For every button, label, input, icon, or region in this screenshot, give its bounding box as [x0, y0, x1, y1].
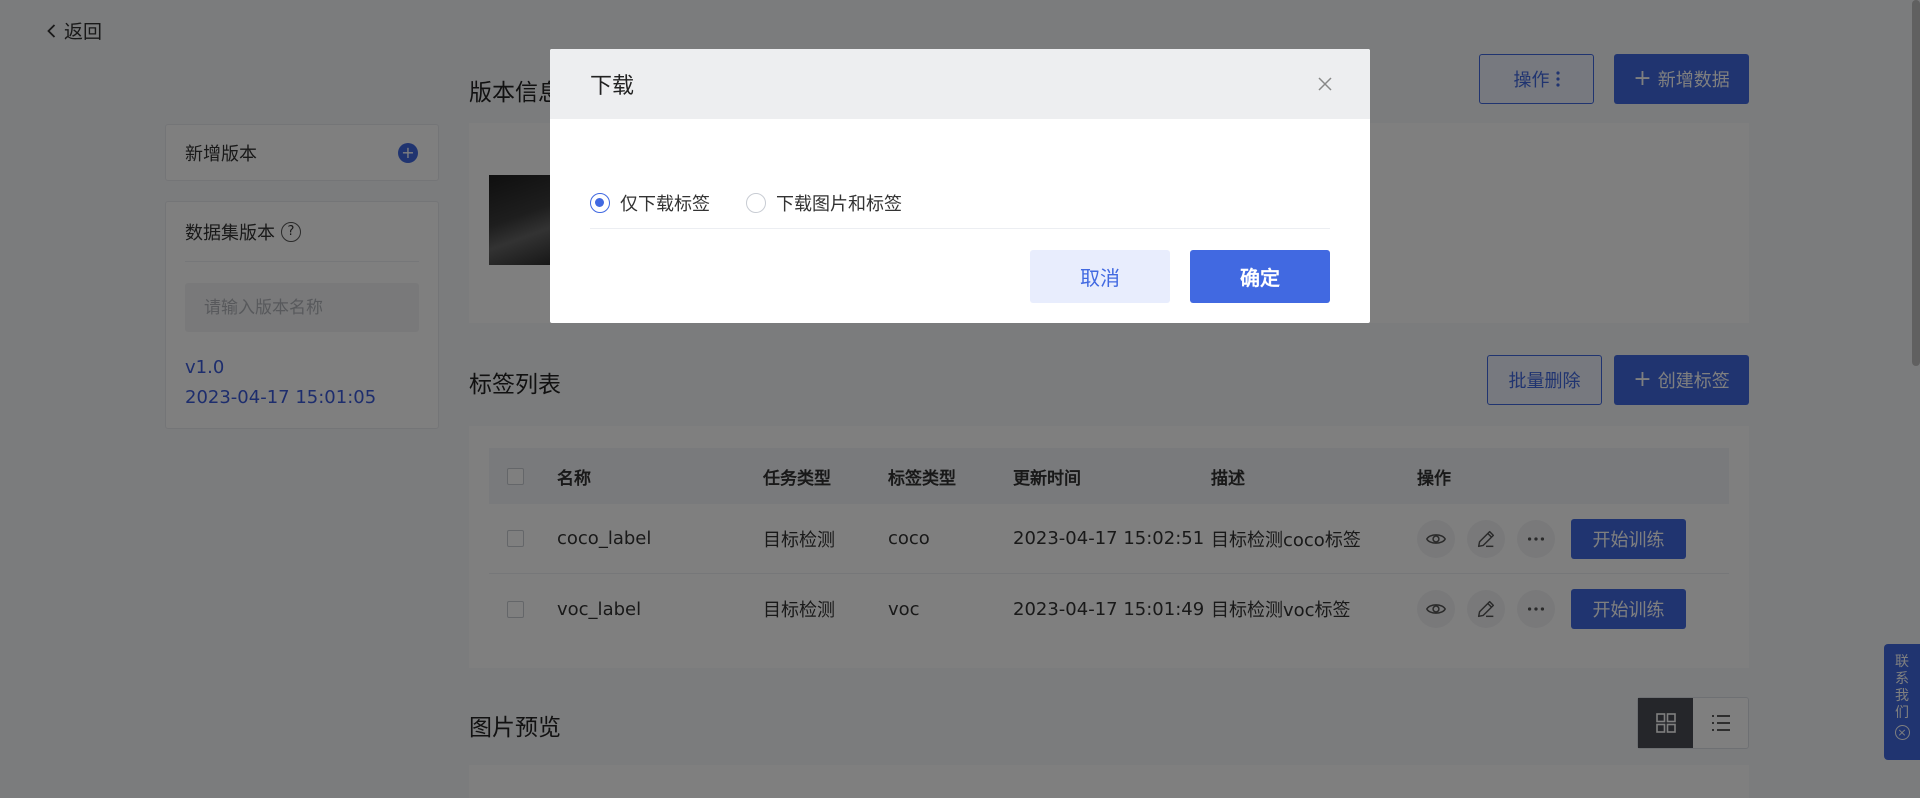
download-dialog: 下载 仅下载标签 下载图片和标签 取消 确定	[550, 49, 1370, 323]
dialog-footer: 取消 确定	[1030, 250, 1330, 303]
option-label: 下载图片和标签	[776, 194, 902, 215]
radio-selected-icon[interactable]	[590, 193, 610, 213]
download-options: 仅下载标签 下载图片和标签	[550, 119, 1370, 249]
radio-unselected-icon[interactable]	[746, 193, 766, 213]
option-labels-only[interactable]: 仅下载标签	[590, 157, 710, 249]
dialog-header: 下载	[550, 49, 1370, 119]
confirm-button[interactable]: 确定	[1190, 250, 1330, 303]
option-images-and-labels[interactable]: 下载图片和标签	[746, 157, 902, 249]
dialog-divider	[590, 228, 1330, 229]
dialog-title: 下载	[590, 74, 635, 99]
close-icon[interactable]	[1314, 73, 1336, 95]
cancel-button[interactable]: 取消	[1030, 250, 1170, 303]
option-label: 仅下载标签	[620, 194, 710, 215]
